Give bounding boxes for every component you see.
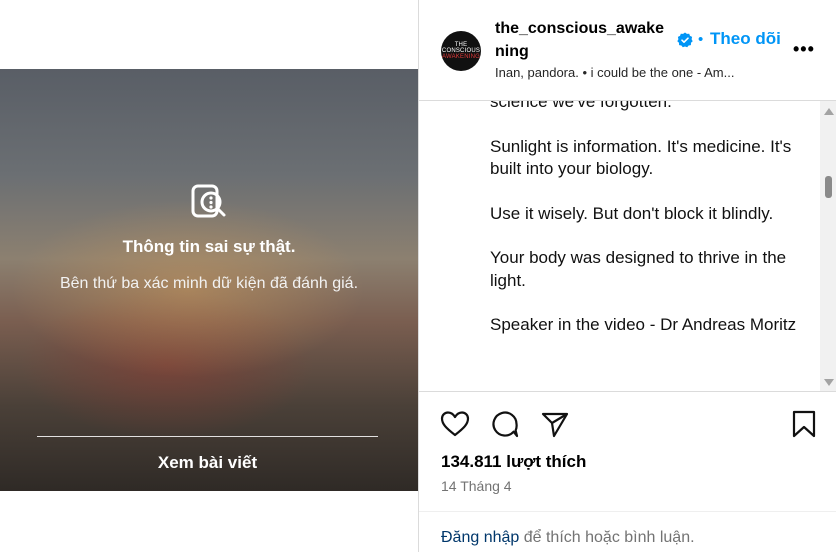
post-side-panel: THE CONSCIOUS AWAKENING the_conscious_aw… [418, 0, 836, 552]
scroll-up-arrow-icon[interactable] [824, 108, 834, 115]
action-bar [419, 393, 836, 453]
caption-scrollbar[interactable] [820, 101, 836, 391]
caption-area: science we've forgotten. Sunlight is inf… [419, 101, 836, 392]
caption-text: science we've forgotten. Sunlight is inf… [490, 101, 810, 359]
post-media-overlay: Thông tin sai sự thật. Bên thứ ba xác mi… [0, 69, 418, 491]
login-prompt: Đăng nhập để thích hoặc bình luận. [419, 511, 836, 552]
post-date[interactable]: 14 Tháng 4 [441, 478, 512, 494]
username-link[interactable]: the_conscious_awakening [495, 17, 667, 63]
login-prompt-text: Đăng nhập để thích hoặc bình luận. [441, 529, 695, 547]
separator-dot: • [698, 31, 704, 48]
send-icon[interactable] [540, 409, 570, 439]
caption-line: Your body was designed to thrive in the … [490, 248, 787, 290]
more-options-icon[interactable]: ••• [793, 39, 815, 60]
false-information-subtitle: Bên thứ ba xác minh dữ kiện đã đánh giá. [59, 275, 359, 292]
avatar[interactable]: THE CONSCIOUS AWAKENING [441, 31, 481, 71]
fact-check-search-icon [191, 184, 226, 218]
overlay-divider [37, 436, 378, 437]
view-post-button[interactable]: Xem bài viết [37, 453, 378, 473]
scrollbar-thumb[interactable] [825, 176, 832, 198]
avatar-text-bot: AWAKENING [441, 54, 481, 60]
caption-line: science we've forgotten. [490, 101, 672, 111]
caption-line: Sunlight is information. It's medicine. … [490, 136, 792, 179]
login-link[interactable]: Đăng nhập [441, 529, 519, 546]
audio-attribution-link[interactable]: Inan, pandora. • i could be the one - Am… [495, 65, 795, 80]
post-header: THE CONSCIOUS AWAKENING the_conscious_aw… [419, 0, 836, 101]
caption-line: Use it wisely. But don't block it blindl… [490, 203, 774, 223]
login-prompt-rest: để thích hoặc bình luận. [519, 529, 695, 546]
comment-icon[interactable] [490, 409, 520, 439]
false-information-title: Thông tin sai sự thật. [122, 237, 296, 256]
bookmark-icon[interactable] [789, 409, 819, 439]
likes-count[interactable]: 134.811 lượt thích [441, 452, 586, 472]
caption-line: Speaker in the video - Dr Andreas Moritz [490, 315, 797, 334]
follow-button[interactable]: Theo dõi [710, 29, 781, 49]
scroll-down-arrow-icon[interactable] [824, 379, 834, 386]
heart-icon[interactable] [440, 409, 470, 439]
verified-badge-icon [677, 32, 693, 48]
